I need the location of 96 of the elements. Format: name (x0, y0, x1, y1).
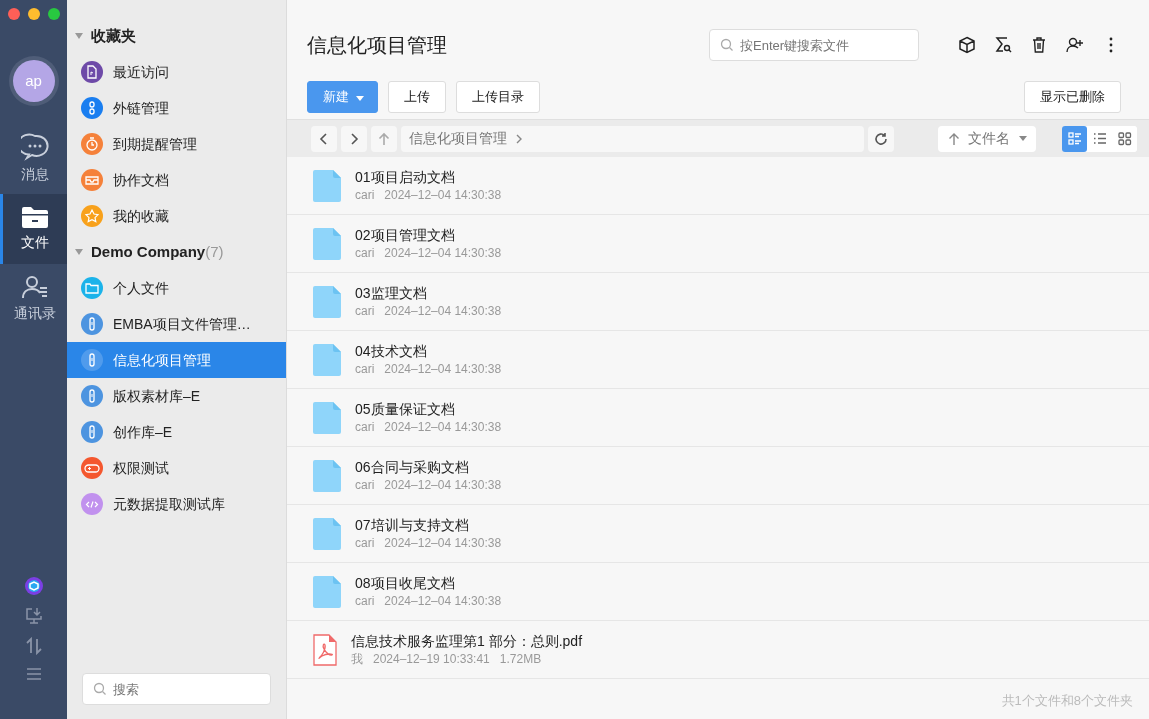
file-row[interactable]: 06合同与采购文档 cari 2024–12–04 14:30:38 (287, 447, 1149, 505)
sort-button[interactable]: 文件名 (938, 125, 1036, 152)
file-date: 2024–12–04 14:30:38 (384, 302, 502, 320)
file-owner: cari (355, 302, 375, 320)
upload-button[interactable]: 上传目录 (456, 81, 540, 113)
sidebar-item[interactable]: 元数据提取测试库 (67, 486, 286, 522)
list-view-icon (1091, 131, 1108, 146)
caret-icon (353, 93, 367, 102)
folder-icon (313, 169, 341, 202)
file-row[interactable]: 05质量保证文档 cari 2024–12–04 14:30:38 (287, 389, 1149, 447)
download-monitor-icon[interactable] (24, 607, 43, 625)
file-owner: cari (355, 476, 375, 494)
file-name: 05质量保证文档 (355, 399, 456, 418)
file-owner: cari (355, 186, 375, 204)
folder-icon (313, 575, 341, 608)
sidebar-item[interactable]: 到期提醒管理 (67, 126, 286, 162)
search-field[interactable]: 按Enter键搜索文件 (709, 29, 919, 61)
upload-button[interactable]: 上传 (388, 81, 446, 113)
section-title[interactable]: Demo Company (91, 240, 206, 264)
sidebar-item[interactable]: 外链管理 (67, 90, 286, 126)
file-owner: cari (355, 534, 375, 552)
file-row[interactable]: 信息技术服务监理第1 部分：总则.pdf 我 2024–12–19 10:33:41 1.72MB (287, 621, 1149, 679)
sidebar-item[interactable]: EMBA项目文件管理… (67, 306, 286, 342)
breadcrumb-item[interactable]: 信息化项目管理 (409, 128, 507, 149)
file-date: 2024–12–04 14:30:38 (384, 592, 502, 610)
nav-tab[interactable]: 消息 (0, 124, 67, 194)
sidebar-item[interactable]: 最近访问 (67, 54, 286, 90)
file-row[interactable]: 08项目收尾文档 cari 2024–12–04 14:30:38 (287, 563, 1149, 621)
app-logo-icon[interactable] (24, 577, 43, 595)
file-name: 02项目管理文档 (355, 225, 456, 244)
transfer-icon[interactable] (24, 637, 43, 655)
file-name: 01项目启动文档 (355, 167, 456, 186)
file-row[interactable]: 02项目管理文档 cari 2024–12–04 14:30:38 (287, 215, 1149, 273)
sidebar-item[interactable]: 创作库–E (67, 414, 286, 450)
file-count: 共1个文件和8个文件夹 (1000, 691, 1134, 710)
contacts-icon (21, 274, 49, 300)
sidebar-item[interactable]: 协作文档 (67, 162, 286, 198)
file-owner: 我 (351, 650, 363, 668)
folder-icon (313, 517, 341, 550)
file-owner: cari (355, 592, 375, 610)
window-control-icon[interactable] (48, 8, 60, 20)
file-date: 2024–12–04 14:30:38 (384, 534, 502, 552)
sigma-search-icon[interactable] (994, 36, 1012, 54)
folder-icon (21, 205, 49, 229)
page-title: 信息化项目管理 (307, 33, 447, 58)
file-date: 2024–12–19 10:33:41 (373, 650, 490, 668)
show-deleted-button[interactable]: 显示已删除 (1024, 81, 1121, 113)
file-row[interactable]: 03监理文档 cari 2024–12–04 14:30:38 (287, 273, 1149, 331)
file-name: 06合同与采购文档 (355, 457, 470, 476)
sidebar-item[interactable]: 我的收藏 (67, 198, 286, 234)
file-date: 2024–12–04 14:30:38 (384, 360, 502, 378)
folder-icon (313, 285, 341, 318)
file-name: 07培训与支持文档 (355, 515, 470, 534)
item-count: (7) (205, 241, 224, 262)
folder-icon (313, 343, 341, 376)
search-field[interactable]: 搜索 (82, 673, 271, 705)
caret-icon (1018, 134, 1028, 143)
sidebar-item[interactable]: 权限测试 (67, 450, 286, 486)
detail-view-button[interactable] (1062, 125, 1087, 152)
file-date: 2024–12–04 14:30:38 (384, 244, 502, 262)
grid-view-icon (1116, 131, 1133, 146)
section-title[interactable]: 收藏夹 (91, 24, 136, 48)
pdf-file-icon (313, 633, 337, 666)
file-owner: cari (355, 360, 375, 378)
chevron-icon (515, 132, 523, 145)
window-control-icon[interactable] (28, 8, 40, 20)
trash-icon[interactable] (1030, 36, 1048, 54)
sidebar-item[interactable]: 个人文件 (67, 270, 286, 306)
file-date: 2024–12–04 14:30:38 (384, 476, 502, 494)
file-name: 信息技术服务监理第1 部分：总则.pdf (351, 631, 583, 650)
refresh-icon[interactable] (874, 131, 888, 146)
file-date: 2024–12–04 14:30:38 (384, 418, 502, 436)
file-row[interactable]: 04技术文档 cari 2024–12–04 14:30:38 (287, 331, 1149, 389)
chat-icon (21, 133, 49, 161)
sidebar-item[interactable]: 版权素材库–E (67, 378, 286, 414)
file-name: 04技术文档 (355, 341, 428, 360)
folder-icon (313, 401, 341, 434)
nav-tab[interactable]: 文件 (0, 194, 67, 264)
up-arrow-icon (948, 131, 960, 146)
window-control-icon[interactable] (8, 8, 20, 20)
nav-tab[interactable]: 通讯录 (0, 264, 67, 334)
folder-icon (313, 459, 341, 492)
sidebar-item[interactable]: 信息化项目管理 (67, 342, 286, 378)
breadcrumb-bar[interactable]: 信息化项目管理 (401, 125, 864, 152)
folder-icon (313, 227, 341, 260)
file-date: 2024–12–04 14:30:38 (384, 186, 502, 204)
file-row[interactable]: 01项目启动文档 cari 2024–12–04 14:30:38 (287, 157, 1149, 215)
file-name: 08项目收尾文档 (355, 573, 456, 592)
file-size: 1.72MB (499, 650, 542, 668)
detail-view-icon (1066, 131, 1083, 146)
file-owner: cari (355, 418, 375, 436)
file-owner: cari (355, 244, 375, 262)
box-icon[interactable] (958, 36, 976, 54)
file-name: 03监理文档 (355, 283, 428, 302)
file-row[interactable]: 07培训与支持文档 cari 2024–12–04 14:30:38 (287, 505, 1149, 563)
add-user-icon[interactable] (1066, 36, 1084, 54)
